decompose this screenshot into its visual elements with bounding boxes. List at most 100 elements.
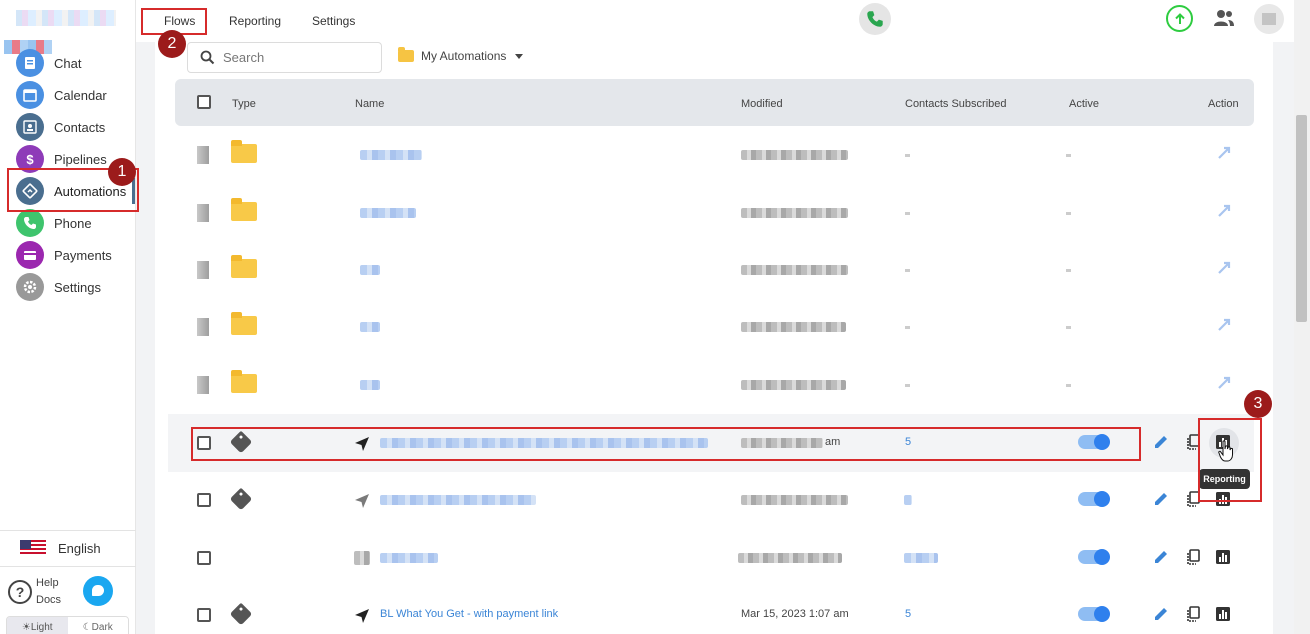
row-checkbox[interactable]	[197, 261, 209, 279]
active-toggle[interactable]	[1078, 491, 1110, 507]
table-row[interactable]	[168, 126, 1254, 184]
row-checkbox[interactable]	[197, 204, 209, 222]
active-toggle[interactable]	[1078, 606, 1110, 622]
sidebar-item-calendar[interactable]: Calendar	[16, 81, 136, 109]
workflow-name-link[interactable]	[380, 495, 536, 505]
active-empty	[1066, 269, 1071, 272]
table-row[interactable]: BL What You Get - with payment link Mar …	[168, 586, 1254, 634]
folder-name-link[interactable]	[360, 208, 416, 218]
search-input[interactable]	[223, 50, 373, 65]
sidebar-item-label: Settings	[54, 279, 101, 295]
language-selector[interactable]: English	[20, 540, 101, 556]
move-icon[interactable]	[1216, 260, 1232, 276]
active-toggle[interactable]	[1078, 549, 1110, 565]
column-type: Type	[232, 98, 256, 110]
divider	[0, 530, 136, 531]
bar-chart-icon[interactable]	[1215, 549, 1231, 565]
pencil-icon[interactable]	[1153, 491, 1169, 507]
row-checkbox[interactable]	[197, 376, 209, 394]
active-empty	[1066, 326, 1071, 329]
modified-date	[741, 495, 848, 505]
modified-date: Mar 15, 2023 1:07 am	[741, 608, 849, 620]
move-icon[interactable]	[1216, 145, 1232, 161]
help-docs-link[interactable]: ? Help Docs	[8, 575, 66, 609]
column-active: Active	[1069, 98, 1099, 110]
annotation-box-workflow-row	[191, 427, 1141, 461]
folder-dropdown[interactable]: My Automations	[398, 47, 524, 63]
company-logo	[16, 10, 116, 26]
workflow-name-link[interactable]: BL What You Get - with payment link	[380, 608, 558, 620]
table-row[interactable]	[168, 298, 1254, 356]
tab-settings[interactable]: Settings	[312, 14, 355, 28]
modified-date	[741, 208, 848, 218]
sidebar-item-chat[interactable]: Chat	[16, 49, 136, 77]
help-label: Help Docs	[36, 577, 62, 606]
sidebar-item-label: Calendar	[54, 87, 107, 103]
tab-reporting[interactable]: Reporting	[229, 14, 281, 28]
annotation-marker-1: 1	[108, 158, 136, 186]
team-button[interactable]	[1212, 7, 1236, 29]
annotation-box-reporting	[1198, 418, 1262, 502]
row-checkbox[interactable]	[197, 146, 209, 164]
support-chat-icon[interactable]	[83, 576, 113, 606]
avatar[interactable]	[1254, 4, 1284, 34]
pencil-icon[interactable]	[1153, 606, 1169, 622]
column-name[interactable]: Name	[355, 98, 384, 110]
contacts-icon	[16, 113, 44, 141]
contacts-subscribed-count[interactable]	[904, 553, 938, 563]
folder-name-link[interactable]	[360, 380, 380, 390]
contacts-subscribed-count[interactable]: 5	[905, 608, 911, 620]
move-icon[interactable]	[1216, 203, 1232, 219]
phone-call-button[interactable]	[859, 3, 891, 35]
send-icon	[355, 609, 369, 623]
move-icon[interactable]	[1216, 317, 1232, 333]
contacts-subscribed-count[interactable]	[904, 495, 912, 505]
sidebar-item-phone[interactable]: Phone	[16, 209, 136, 237]
pencil-icon[interactable]	[1153, 434, 1169, 450]
users-icon	[1214, 10, 1234, 26]
folder-name-link[interactable]	[360, 150, 422, 160]
table-row[interactable]	[168, 184, 1254, 242]
folder-name-link[interactable]	[360, 265, 380, 275]
upload-button[interactable]	[1166, 5, 1193, 32]
sidebar-item-settings[interactable]: Settings	[16, 273, 136, 301]
scrollbar-thumb[interactable]	[1296, 115, 1307, 322]
modified-date	[738, 553, 842, 563]
move-icon[interactable]	[1216, 375, 1232, 391]
table-row[interactable]	[168, 471, 1254, 529]
folder-name-link[interactable]	[360, 322, 380, 332]
active-empty	[1066, 384, 1071, 387]
top-bar: Flows Reporting Settings	[136, 0, 1310, 42]
table-row[interactable]	[168, 356, 1254, 414]
copy-icon[interactable]	[1185, 549, 1201, 565]
sidebar-item-label: Phone	[54, 215, 92, 231]
row-checkbox[interactable]	[197, 608, 211, 622]
payments-icon	[16, 241, 44, 269]
table-row[interactable]	[168, 241, 1254, 299]
theme-light-button[interactable]: ☀Light	[7, 617, 68, 634]
active-empty	[1066, 212, 1071, 215]
folder-icon	[231, 198, 257, 221]
sidebar: Chat Calendar Contacts $ Pipelines Autom…	[0, 0, 136, 634]
column-modified[interactable]: Modified	[741, 98, 783, 110]
theme-dark-button[interactable]: ☾Dark	[67, 617, 128, 634]
pencil-icon[interactable]	[1153, 549, 1169, 565]
bar-chart-icon[interactable]	[1215, 606, 1231, 622]
row-checkbox[interactable]	[197, 551, 211, 565]
row-checkbox[interactable]	[197, 493, 211, 507]
sidebar-item-label: Pipelines	[54, 151, 107, 167]
table-row[interactable]	[168, 529, 1254, 587]
divider	[0, 566, 136, 567]
send-icon	[355, 494, 369, 508]
sidebar-item-contacts[interactable]: Contacts	[16, 113, 136, 141]
calendar-icon	[16, 81, 44, 109]
folder-icon	[231, 140, 257, 163]
select-all-checkbox[interactable]	[197, 95, 211, 109]
copy-icon[interactable]	[1185, 606, 1201, 622]
contacts-empty	[905, 384, 910, 387]
row-checkbox[interactable]	[197, 318, 209, 336]
folder-dropdown-label: My Automations	[421, 49, 507, 63]
sidebar-item-payments[interactable]: Payments	[16, 241, 136, 269]
workflow-name-link[interactable]	[380, 553, 438, 563]
search-icon	[200, 50, 215, 65]
